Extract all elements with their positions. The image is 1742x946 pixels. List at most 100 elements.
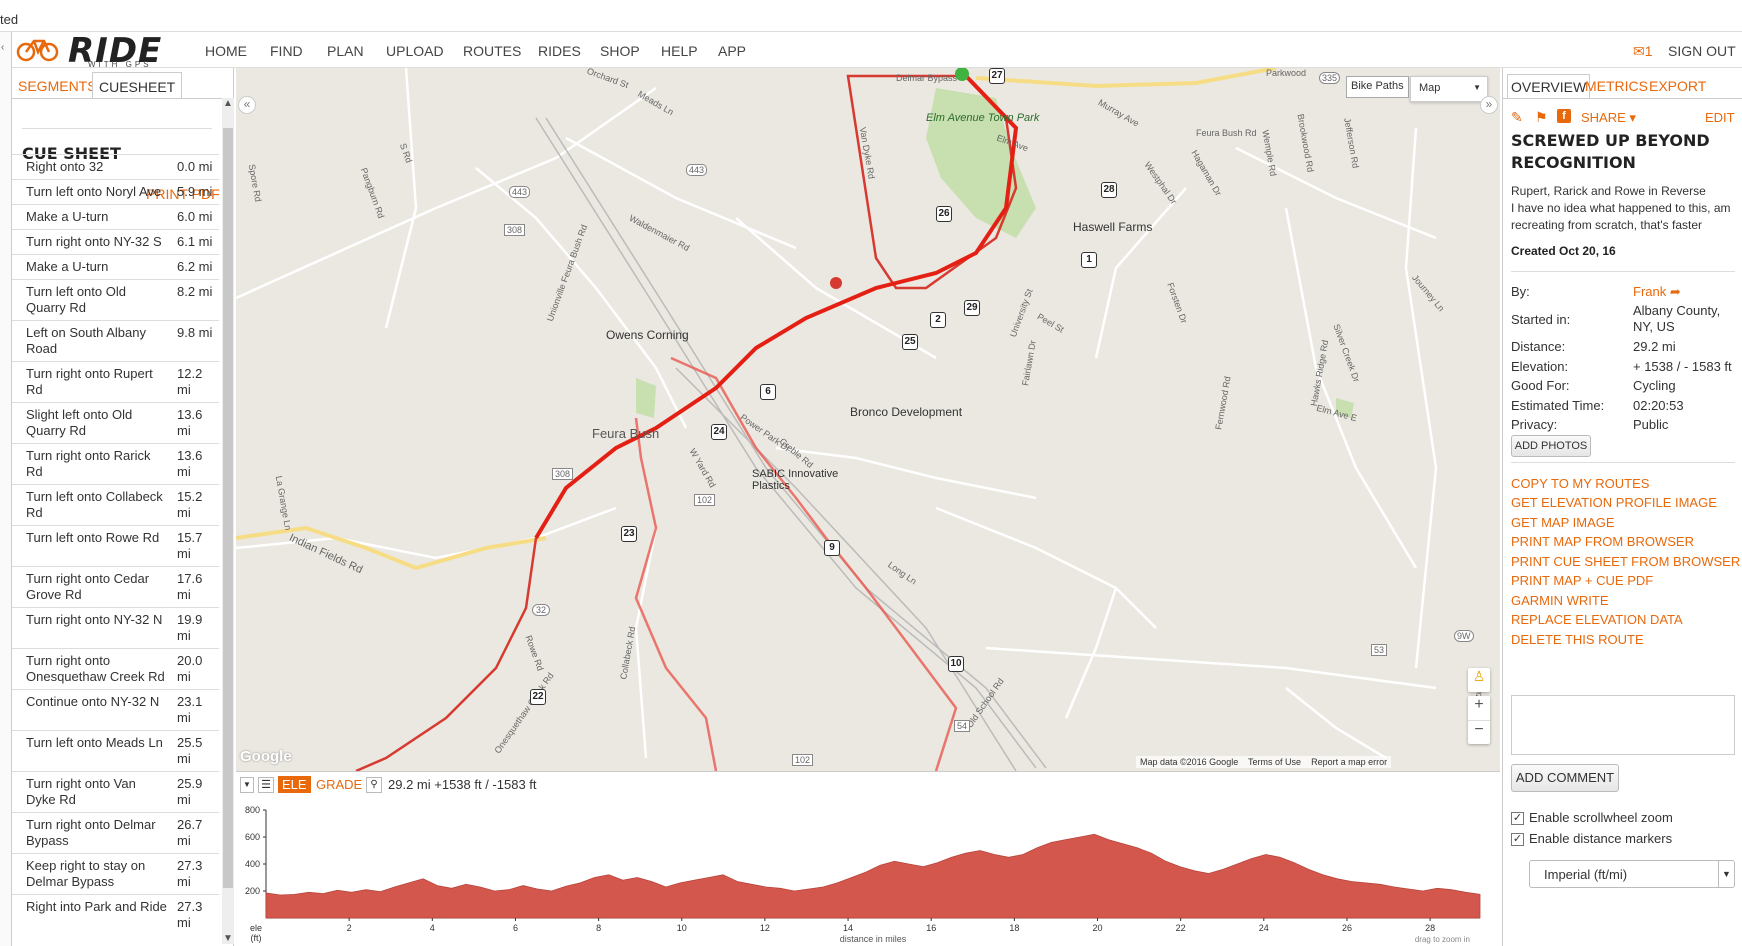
zoom-search-icon[interactable]: ⚲ [366,777,382,793]
nav-routes[interactable]: ROUTES [463,43,521,59]
print-map-cue-pdf-link[interactable]: PRINT MAP + CUE PDF [1511,573,1653,588]
replace-elevation-link[interactable]: REPLACE ELEVATION DATA [1511,612,1683,627]
tab-segments[interactable]: SEGMENTS [12,72,103,98]
facebook-icon[interactable]: f [1557,109,1571,123]
garmin-write-link[interactable]: GARMIN WRITE [1511,593,1609,608]
print-map-link[interactable]: PRINT MAP FROM BROWSER [1511,534,1694,549]
nav-app[interactable]: APP [718,43,746,59]
cue-row[interactable]: Make a U-turn 6.2 mi [12,254,219,279]
cue-row[interactable]: Turn left onto Noryl Ave 5.9 mi [12,179,219,204]
zoom-in-icon[interactable]: + [1468,696,1490,720]
route-description: Rupert, Rarick and Rowe in Reverse I hav… [1511,183,1731,234]
ele-toggle[interactable]: ELE [278,776,311,793]
cue-row[interactable]: Continue onto NY-32 N 23.1 mi [12,689,219,730]
grade-toggle[interactable]: GRADE [316,777,362,792]
brand-logo[interactable]: RIDE WITH GPS [16,31,186,71]
pin-icon[interactable]: ⚑ [1535,109,1548,126]
nav-upload[interactable]: UPLOAD [386,43,444,59]
delete-route-link[interactable]: DELETE THIS ROUTE [1511,632,1644,647]
add-photos-button[interactable]: ADD PHOTOS [1511,435,1591,457]
cue-distance: 12.2 mi [177,366,203,397]
author-link[interactable]: Frank ➦ [1633,284,1681,300]
collapse-elevation-icon[interactable]: ▼ [240,777,254,793]
route-distance-marker[interactable]: 28 [1101,182,1117,198]
zoom-out-icon[interactable]: − [1468,720,1490,744]
edit-pencil-icon[interactable]: ✎ [1511,109,1523,126]
cue-row[interactable]: Turn right onto Rupert Rd 12.2 mi [12,361,219,402]
terms-link[interactable]: Terms of Use [1248,757,1301,767]
street-view-pegman-icon[interactable]: ♙ [1468,668,1490,692]
cue-row[interactable]: Turn right onto Van Dyke Rd 25.9 mi [12,771,219,812]
route-distance-marker[interactable]: 10 [948,656,964,672]
cue-row[interactable]: Make a U-turn 6.0 mi [12,204,219,229]
menu-icon[interactable]: ☰ [258,777,274,793]
y-tick-label: 800 [245,805,260,815]
messages-link[interactable]: ✉1 [1633,43,1653,60]
route-distance-marker[interactable]: 23 [621,526,637,542]
tab-cuesheet[interactable]: CUESHEET [92,72,183,98]
nav-home[interactable]: HOME [205,43,247,59]
cue-row[interactable]: Turn left onto Meads Ln 25.5 mi [12,730,219,771]
share-menu[interactable]: SHARE ▾ [1581,110,1636,126]
cue-row[interactable]: Right onto 32 0.0 mi [12,154,219,179]
scroll-up-icon[interactable]: ▲ [223,98,233,109]
back-arrow-icon[interactable]: ‹ [1,42,4,53]
comment-textarea[interactable] [1511,695,1735,755]
collapse-left-icon[interactable]: « [238,96,256,114]
tab-overview[interactable]: OVERVIEW [1507,74,1591,99]
browser-left-edge: ‹ [0,32,12,946]
edit-link[interactable]: EDIT [1705,110,1735,125]
route-distance-marker[interactable]: 26 [936,206,952,222]
route-distance-marker[interactable]: 24 [711,424,727,440]
nav-shop[interactable]: SHOP [600,43,640,59]
cue-row[interactable]: Turn right onto Delmar Bypass 26.7 mi [12,812,219,853]
cue-row[interactable]: Turn left onto Collabeck Rd 15.2 mi [12,484,219,525]
cue-row[interactable]: Turn right onto Onesquethaw Creek Rd 20.0… [12,648,219,689]
nav-find[interactable]: FIND [270,43,303,59]
cue-row[interactable]: Turn right onto NY-32 N 19.9 mi [12,607,219,648]
cue-row[interactable]: Left on South Albany Road 9.8 mi [12,320,219,361]
x-tick-label: 20 [1092,923,1102,933]
elevation-chart[interactable]: 8006004002002 4 6 8 10 12 14 16 18 20 22 24 26 28ele(… [236,798,1500,946]
print-cue-sheet-link[interactable]: PRINT CUE SHEET FROM BROWSER [1511,554,1740,569]
collapse-right-icon[interactable]: » [1480,96,1498,114]
tab-metrics[interactable]: METRICS [1585,78,1648,94]
add-comment-button[interactable]: ADD COMMENT [1511,764,1619,792]
cue-row[interactable]: Turn left onto Old Quarry Rd 8.2 mi [12,279,219,320]
scrollwheel-zoom-checkbox[interactable]: ✓ [1511,812,1524,825]
units-select[interactable]: Imperial (ft/mi) ▼ [1529,860,1735,888]
route-map[interactable]: Elm Avenue Town Park Haswell Farms Owens… [236,68,1500,771]
copy-to-my-routes-link[interactable]: COPY TO MY ROUTES [1511,476,1649,491]
nav-rides[interactable]: RIDES [538,43,581,59]
route-distance-marker[interactable]: 22 [530,689,546,705]
cue-row[interactable]: Turn left onto Rowe Rd 15.7 mi [12,525,219,566]
report-error-link[interactable]: Report a map error [1311,757,1387,767]
cue-row[interactable]: Keep right to stay on Delmar Bypass 27.3 … [12,853,219,894]
get-map-image-link[interactable]: GET MAP IMAGE [1511,515,1615,530]
route-distance-marker[interactable]: 27 [989,68,1005,84]
bike-paths-toggle[interactable]: Bike Paths [1346,76,1409,98]
distance-markers-checkbox[interactable]: ✓ [1511,833,1524,846]
tab-export[interactable]: EXPORT [1649,78,1706,94]
route-distance-marker[interactable]: 29 [964,300,980,316]
route-distance-marker[interactable]: 25 [902,334,918,350]
cue-row[interactable]: Turn right onto Rarick Rd 13.6 mi [12,443,219,484]
cue-scrollbar-thumb[interactable] [223,128,233,888]
route-distance-marker[interactable]: 6 [760,384,776,400]
cue-row[interactable]: Slight left onto Old Quarry Rd 13.6 mi [12,402,219,443]
map-type-select[interactable]: Map ▼ [1410,76,1488,102]
route-distance-marker[interactable]: 9 [824,540,840,556]
bike-logo-icon [16,39,59,62]
route-distance-marker[interactable]: 1 [1081,252,1097,268]
sign-out-link[interactable]: SIGN OUT [1668,43,1736,59]
cue-instruction: Turn left onto Meads Ln [26,735,163,750]
cue-row[interactable]: Turn right onto Cedar Grove Rd 17.6 mi [12,566,219,607]
route-distance-marker[interactable]: 2 [930,312,946,328]
cue-scrollbar[interactable]: ▲ ▼ [222,98,234,944]
cue-row[interactable]: Turn right onto NY-32 S 6.1 mi [12,229,219,254]
get-elevation-image-link[interactable]: GET ELEVATION PROFILE IMAGE [1511,495,1717,510]
scroll-down-icon[interactable]: ▼ [223,933,233,944]
nav-plan[interactable]: PLAN [327,43,364,59]
cue-row[interactable]: Right into Park and Ride 27.3 mi [12,894,219,935]
nav-help[interactable]: HELP [661,43,698,59]
